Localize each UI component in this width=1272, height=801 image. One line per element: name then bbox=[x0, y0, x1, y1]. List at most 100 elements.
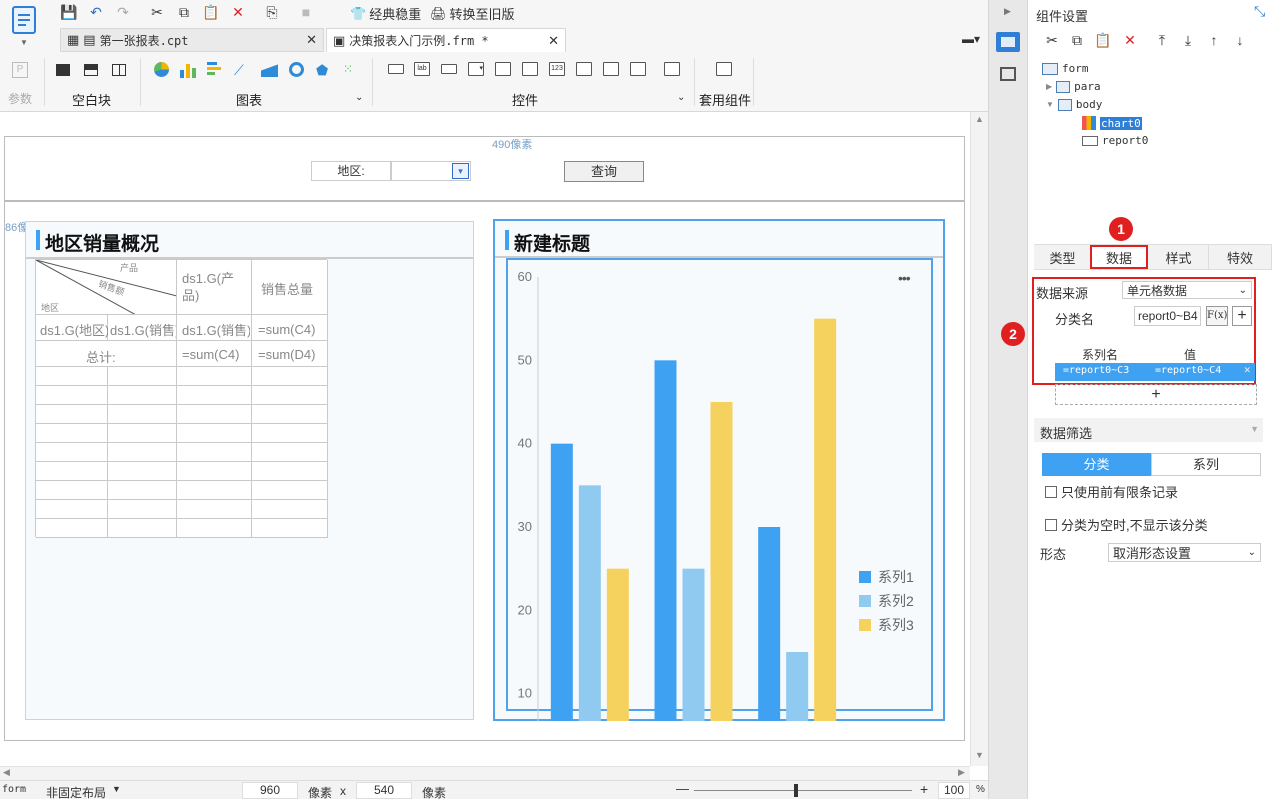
scroll-up-icon[interactable]: ▲ bbox=[975, 114, 984, 124]
grid-cell[interactable] bbox=[36, 500, 108, 519]
formula-button[interactable]: F(x) bbox=[1206, 306, 1228, 326]
form-select[interactable]: 取消形态设置 ⌄ bbox=[1108, 543, 1261, 562]
radar-chart-icon[interactable]: ⬟ bbox=[316, 62, 328, 79]
copy-icon[interactable]: ⧉ bbox=[1068, 31, 1086, 49]
paste-icon[interactable]: 📋 bbox=[1094, 31, 1112, 49]
tab-list-icon[interactable]: ▬▾ bbox=[962, 32, 980, 46]
limit-records-option[interactable]: 只使用前有限条记录 bbox=[1045, 482, 1178, 501]
tree-item-form[interactable]: form bbox=[1042, 62, 1089, 75]
paste-icon[interactable]: 📋 bbox=[202, 3, 220, 21]
bar-chart-icon[interactable] bbox=[180, 62, 196, 78]
pin-icon[interactable]: ⤡ bbox=[1254, 3, 1265, 20]
move-up-icon[interactable]: ↑ bbox=[1205, 31, 1223, 49]
grid-cell[interactable] bbox=[177, 462, 252, 481]
grid-cell[interactable] bbox=[177, 519, 252, 538]
cell-r1a[interactable]: ds1.G(地区) bbox=[40, 320, 108, 339]
grid-cell[interactable] bbox=[177, 424, 252, 443]
series-value-value[interactable]: =report0~C4 bbox=[1155, 365, 1221, 376]
filter-tab-series[interactable]: 系列 bbox=[1151, 453, 1261, 476]
scroll-down-icon[interactable]: ▼ bbox=[975, 750, 984, 760]
save-icon[interactable]: 💾 bbox=[60, 3, 78, 21]
cell-t1[interactable]: =sum(C4) bbox=[182, 347, 239, 362]
date-control-icon[interactable] bbox=[522, 62, 538, 76]
delete-icon[interactable]: ✕ bbox=[229, 3, 247, 21]
grid-cell[interactable] bbox=[108, 386, 177, 405]
close-icon[interactable]: ✕ bbox=[548, 33, 559, 49]
report-widget[interactable]: 地区销量概况 产品 销售额 地区 ds1.G(产品) 销售总量 ds1.G(地区… bbox=[25, 221, 474, 720]
checkbox-group-icon[interactable] bbox=[603, 62, 619, 76]
undo-icon[interactable]: ↶ bbox=[87, 3, 105, 21]
chart-widget[interactable]: 新建标题 ••• 0102030405060分类1分类2分类3系列1系列2系列3 bbox=[493, 219, 945, 721]
grid-cell[interactable] bbox=[36, 424, 108, 443]
grid-cell[interactable] bbox=[177, 405, 252, 424]
tab-type[interactable]: 类型 bbox=[1034, 245, 1092, 269]
grid-cell[interactable] bbox=[252, 481, 328, 500]
move-down-icon[interactable]: ↓ bbox=[1231, 31, 1249, 49]
cell-r1d[interactable]: =sum(C4) bbox=[258, 322, 315, 337]
add-category-button[interactable]: + bbox=[1232, 306, 1252, 326]
area-chart-icon[interactable] bbox=[261, 62, 278, 77]
zoom-slider[interactable] bbox=[694, 790, 912, 791]
grid-cell[interactable] bbox=[252, 500, 328, 519]
grid-cell[interactable] bbox=[177, 500, 252, 519]
width-input[interactable]: 960 bbox=[242, 782, 298, 799]
dropdown-icon[interactable]: ▾ bbox=[452, 163, 469, 179]
param-pane[interactable] bbox=[4, 136, 965, 201]
scroll-left-icon[interactable]: ◀ bbox=[3, 767, 10, 778]
textarea-control-icon[interactable] bbox=[576, 62, 592, 76]
grid-cell[interactable] bbox=[177, 386, 252, 405]
delete-icon[interactable]: ✕ bbox=[1121, 31, 1139, 49]
scroll-right-icon[interactable]: ▶ bbox=[958, 767, 965, 778]
cell-total[interactable]: 总计: bbox=[86, 347, 116, 366]
report-grid[interactable]: 产品 销售额 地区 ds1.G(产品) 销售总量 ds1.G(地区) ds1.G… bbox=[35, 259, 328, 538]
gauge-chart-icon[interactable] bbox=[289, 62, 304, 77]
classic-theme-button[interactable]: 👕 经典稳重 bbox=[350, 4, 421, 23]
zoom-out-icon[interactable]: — bbox=[676, 781, 689, 796]
convert-old-version-button[interactable]: 🖨 转换至旧版 bbox=[430, 4, 515, 23]
grid-cell[interactable] bbox=[252, 367, 328, 386]
limit-checkbox[interactable] bbox=[1045, 485, 1057, 498]
grid-cell[interactable] bbox=[36, 443, 108, 462]
category-input[interactable]: report0~B4 bbox=[1134, 306, 1201, 326]
textbox-control-icon[interactable] bbox=[388, 64, 404, 74]
region-combo[interactable]: ▾ bbox=[391, 161, 471, 181]
grid-cell[interactable] bbox=[36, 519, 108, 538]
add-series-button[interactable]: + bbox=[1055, 384, 1257, 405]
collapse-section-icon[interactable]: ▼ bbox=[1250, 424, 1259, 434]
tree-item-report0[interactable]: report0 bbox=[1082, 134, 1148, 147]
cell-t2[interactable]: =sum(D4) bbox=[258, 347, 315, 362]
button-control-icon[interactable] bbox=[441, 64, 457, 74]
skip-empty-option[interactable]: 分类为空时,不显示该分类 bbox=[1045, 515, 1208, 534]
grid-cell[interactable] bbox=[36, 367, 108, 386]
grid-cell[interactable] bbox=[36, 405, 108, 424]
tab-style[interactable]: 样式 bbox=[1149, 245, 1209, 269]
horizontal-scrollbar[interactable]: ◀ ▶ bbox=[0, 766, 970, 780]
grid-cell[interactable] bbox=[108, 519, 177, 538]
grid-cell[interactable] bbox=[108, 405, 177, 424]
chart-expand-chevron-icon[interactable]: ⌄ bbox=[355, 92, 363, 103]
layout-tab-icon[interactable] bbox=[1000, 67, 1016, 81]
copy-icon[interactable]: ⧉ bbox=[175, 3, 193, 21]
package-component-icon[interactable] bbox=[716, 62, 732, 76]
grid-cell[interactable] bbox=[177, 443, 252, 462]
param-icon[interactable]: P bbox=[12, 62, 28, 78]
redo-icon[interactable]: ↷ bbox=[114, 3, 132, 21]
collapse-arrow-icon[interactable]: ▶ bbox=[1004, 6, 1011, 17]
split-grid-icon[interactable] bbox=[112, 64, 126, 76]
grid-cell[interactable] bbox=[108, 481, 177, 500]
move-bottom-icon[interactable]: ⤓ bbox=[1179, 31, 1197, 49]
number-control-icon[interactable]: 123 bbox=[549, 62, 565, 76]
search-control-icon[interactable] bbox=[664, 62, 680, 76]
grid-cell[interactable] bbox=[252, 443, 328, 462]
grid-cell[interactable] bbox=[252, 386, 328, 405]
radio-group-icon[interactable] bbox=[630, 62, 646, 76]
label-control-icon[interactable]: lab bbox=[414, 62, 430, 76]
cell-c1[interactable]: ds1.G(产品) bbox=[182, 270, 250, 304]
cut-icon[interactable]: ✂ bbox=[1043, 31, 1061, 49]
design-canvas[interactable]: 490像素 地区: ▾ 查询 86像素 地区销量概况 产品 销售额 地区 ds1… bbox=[0, 112, 970, 766]
scatter-chart-icon[interactable]: ⁙ bbox=[343, 62, 353, 76]
move-top-icon[interactable]: ⤒ bbox=[1153, 31, 1171, 49]
zoom-input[interactable]: 100 bbox=[938, 782, 970, 799]
source-select[interactable]: 单元格数据 ⌄ bbox=[1122, 281, 1252, 299]
vertical-scrollbar[interactable]: ▲ ▼ bbox=[970, 112, 988, 766]
